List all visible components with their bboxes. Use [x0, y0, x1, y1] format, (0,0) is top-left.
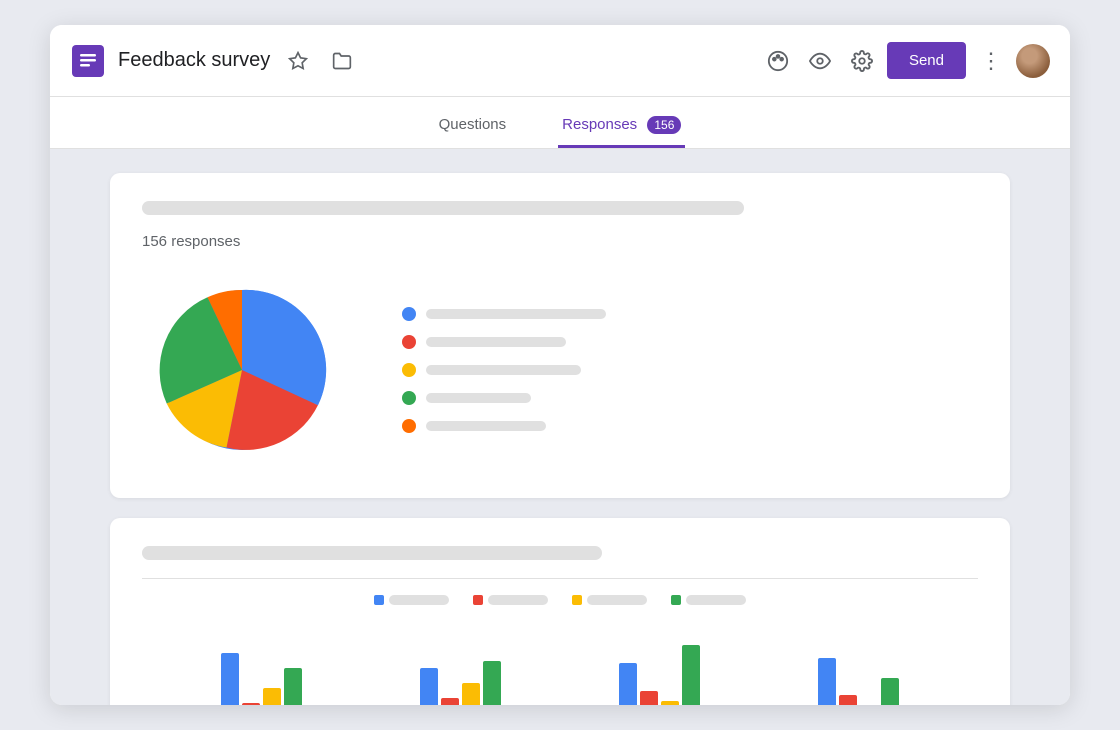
- legend-bar-orange: [426, 421, 546, 431]
- legend-item-blue: [402, 307, 978, 321]
- legend-bar-yellow: [426, 365, 581, 375]
- form-icon: [70, 43, 106, 79]
- avatar: [1016, 44, 1050, 78]
- legend-bar-green: [426, 393, 531, 403]
- bar-legend-dot-red: [473, 595, 483, 605]
- tabs-bar: Questions Responses 156: [50, 97, 1070, 149]
- legend-item-orange: [402, 419, 978, 433]
- legend-item-yellow: [402, 363, 978, 377]
- palette-button[interactable]: [761, 44, 795, 78]
- header: Feedback survey: [50, 25, 1070, 97]
- legend-bar-blue: [426, 309, 606, 319]
- bar-legend-label-green: [686, 595, 746, 605]
- legend-dot-red: [402, 335, 416, 349]
- pie-legend: [402, 307, 978, 433]
- preview-button[interactable]: [803, 44, 837, 78]
- card-loading-bar-1: [142, 201, 744, 215]
- pie-chart: [142, 270, 342, 470]
- bar-group-1: [221, 653, 302, 705]
- bar-3-yellow: [661, 701, 679, 705]
- legend-dot-green: [402, 391, 416, 405]
- pie-chart-card: 156 responses: [110, 173, 1010, 498]
- bar-chart-card: [110, 518, 1010, 705]
- bar-chart-section: [142, 595, 978, 705]
- page-title: Feedback survey: [118, 49, 270, 72]
- bar-1-yellow: [263, 688, 281, 705]
- header-left: Feedback survey: [70, 43, 761, 79]
- star-button[interactable]: [282, 45, 314, 77]
- legend-dot-blue: [402, 307, 416, 321]
- tab-questions[interactable]: Questions: [435, 104, 511, 148]
- send-button[interactable]: Send: [887, 42, 966, 79]
- bar-legend-blue: [374, 595, 449, 605]
- legend-dot-yellow: [402, 363, 416, 377]
- bar-4-red: [839, 695, 857, 705]
- bar-group-4: [818, 658, 899, 705]
- bar-legend-dot-green: [671, 595, 681, 605]
- bar-legend-green: [671, 595, 746, 605]
- responses-badge: 156: [647, 116, 681, 134]
- settings-button[interactable]: [845, 44, 879, 78]
- bar-2-yellow: [462, 683, 480, 705]
- bar-2-green: [483, 661, 501, 705]
- bar-legend-label-red: [488, 595, 548, 605]
- bar-2-blue: [420, 668, 438, 705]
- folder-button[interactable]: [326, 45, 358, 77]
- legend-bar-red: [426, 337, 566, 347]
- bar-legend-dot-blue: [374, 595, 384, 605]
- bar-4-blue: [818, 658, 836, 705]
- bar-3-blue: [619, 663, 637, 705]
- bar-1-red: [242, 703, 260, 705]
- main-content: 156 responses: [50, 149, 1070, 705]
- bar-chart: [142, 623, 978, 705]
- bar-3-red: [640, 691, 658, 705]
- card-loading-bar-2: [142, 546, 602, 560]
- bar-group-3: [619, 645, 700, 705]
- bar-3-green: [682, 645, 700, 705]
- header-right: Send ⋮: [761, 42, 1050, 80]
- pie-section: [142, 270, 978, 470]
- legend-dot-orange: [402, 419, 416, 433]
- bar-legend-label-blue: [389, 595, 449, 605]
- bar-legend-dot-yellow: [572, 595, 582, 605]
- legend-item-red: [402, 335, 978, 349]
- legend-item-green: [402, 391, 978, 405]
- bar-4-green: [881, 678, 899, 705]
- more-button[interactable]: ⋮: [974, 42, 1008, 80]
- bar-legend-label-yellow: [587, 595, 647, 605]
- bar-legend: [142, 595, 978, 605]
- bar-1-green: [284, 668, 302, 705]
- bar-2-red: [441, 698, 459, 705]
- tab-responses[interactable]: Responses 156: [558, 104, 685, 148]
- bar-1-blue: [221, 653, 239, 705]
- bar-group-2: [420, 661, 501, 705]
- app-window: Feedback survey: [50, 25, 1070, 705]
- response-count: 156 responses: [142, 233, 978, 250]
- bar-legend-yellow: [572, 595, 647, 605]
- bar-legend-red: [473, 595, 548, 605]
